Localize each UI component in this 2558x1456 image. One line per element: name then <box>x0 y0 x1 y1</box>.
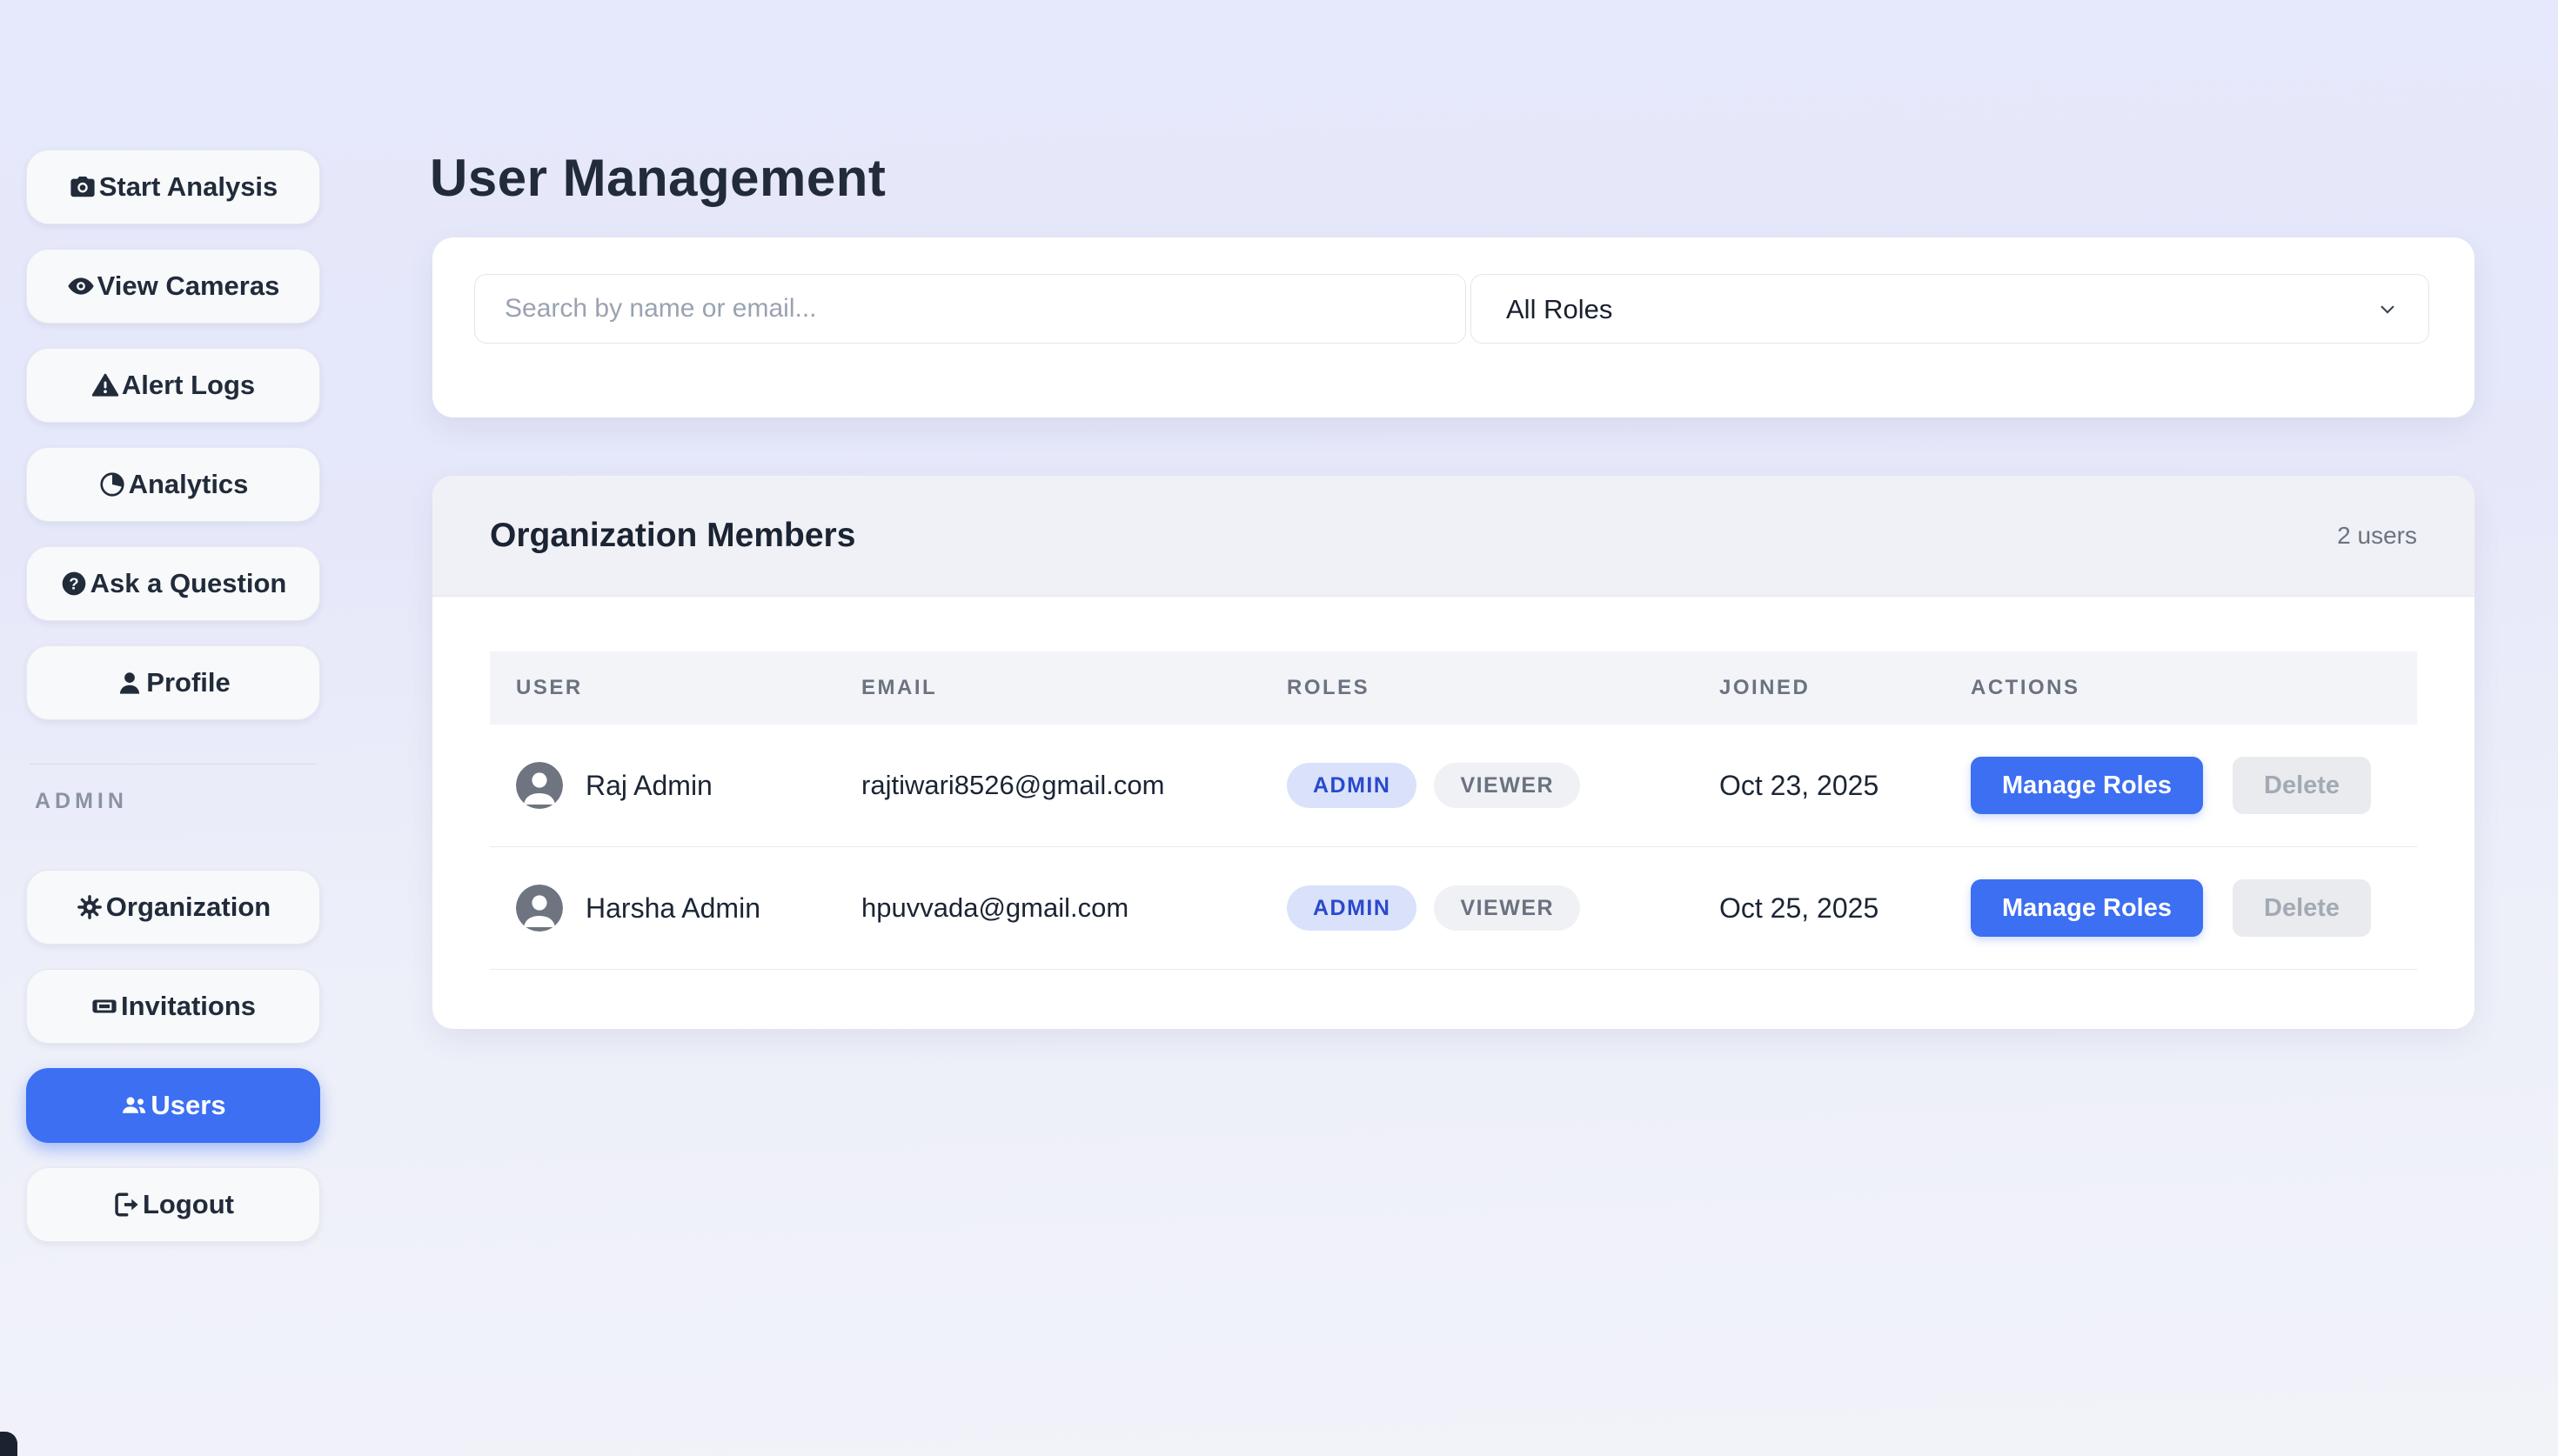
manage-roles-button[interactable]: Manage Roles <box>1971 757 2203 814</box>
role-badge-admin: ADMIN <box>1287 885 1416 931</box>
eye-icon <box>67 272 95 300</box>
camera-icon <box>69 173 97 201</box>
column-header-email: EMAIL <box>835 676 1261 700</box>
users-icon <box>120 1092 148 1119</box>
role-filter: All Roles <box>1470 274 2429 344</box>
sidebar-item-start-analysis[interactable]: Start Analysis <box>26 150 320 224</box>
analytics-icon <box>98 471 126 498</box>
column-header-joined: JOINED <box>1693 676 1945 700</box>
sidebar-item-label: Users <box>151 1090 225 1121</box>
sidebar-item-label: Analytics <box>129 469 249 500</box>
joined-date: Oct 25, 2025 <box>1719 892 1878 925</box>
sidebar: Start Analysis View Cameras Alert Logs A… <box>26 150 320 1266</box>
warning-icon <box>91 371 119 399</box>
gear-icon <box>76 893 104 921</box>
sidebar-item-label: Organization <box>106 892 271 923</box>
joined-date: Oct 23, 2025 <box>1719 770 1878 802</box>
table-row: Harsha Admin hpuvvada@gmail.com ADMIN VI… <box>490 847 2417 970</box>
user-name: Harsha Admin <box>586 892 760 925</box>
column-header-roles: ROLES <box>1261 676 1693 700</box>
ticket-icon <box>90 992 118 1020</box>
user-email: hpuvvada@gmail.com <box>861 892 1128 924</box>
page-title: User Management <box>430 148 886 208</box>
members-card-header: Organization Members 2 users <box>432 476 2474 597</box>
sidebar-item-alert-logs[interactable]: Alert Logs <box>26 348 320 423</box>
sidebar-item-invitations[interactable]: Invitations <box>26 969 320 1044</box>
role-badge-viewer: VIEWER <box>1434 885 1580 931</box>
admin-section-label: ADMIN <box>35 789 320 814</box>
search-input[interactable] <box>474 274 1466 344</box>
delete-button[interactable]: Delete <box>2233 757 2371 814</box>
sidebar-item-label: Logout <box>143 1189 234 1220</box>
sidebar-item-label: Ask a Question <box>90 568 287 599</box>
user-name: Raj Admin <box>586 770 713 802</box>
members-title: Organization Members <box>490 517 855 555</box>
bottom-left-corner-overlay <box>0 1432 17 1456</box>
sidebar-item-ask-a-question[interactable]: ? Ask a Question <box>26 546 320 621</box>
filters-card: All Roles <box>432 237 2474 417</box>
sidebar-item-logout[interactable]: Logout <box>26 1167 320 1242</box>
avatar <box>516 885 563 932</box>
sidebar-item-organization[interactable]: Organization <box>26 870 320 945</box>
sidebar-item-view-cameras[interactable]: View Cameras <box>26 249 320 324</box>
sidebar-divider <box>30 764 317 765</box>
members-count: 2 users <box>2337 522 2417 550</box>
user-icon <box>116 669 144 697</box>
sidebar-item-analytics[interactable]: Analytics <box>26 447 320 522</box>
column-header-user: USER <box>490 676 835 700</box>
sidebar-item-label: Invitations <box>121 991 256 1022</box>
logout-icon <box>112 1191 140 1219</box>
user-email: rajtiwari8526@gmail.com <box>861 770 1164 801</box>
sidebar-item-label: Profile <box>146 667 230 698</box>
role-badge-viewer: VIEWER <box>1434 763 1580 808</box>
delete-button[interactable]: Delete <box>2233 879 2371 937</box>
sidebar-item-label: Alert Logs <box>122 370 255 401</box>
question-icon: ? <box>60 570 88 598</box>
sidebar-item-profile[interactable]: Profile <box>26 645 320 720</box>
role-badge-admin: ADMIN <box>1287 763 1416 808</box>
column-header-actions: ACTIONS <box>1945 676 2417 700</box>
manage-roles-button[interactable]: Manage Roles <box>1971 879 2203 937</box>
role-filter-select[interactable]: All Roles <box>1470 274 2429 344</box>
table-header-row: USER EMAIL ROLES JOINED ACTIONS <box>490 651 2417 725</box>
sidebar-item-label: View Cameras <box>97 270 280 302</box>
table-row: Raj Admin rajtiwari8526@gmail.com ADMIN … <box>490 725 2417 847</box>
members-card: Organization Members 2 users USER EMAIL … <box>432 476 2474 1029</box>
sidebar-item-users[interactable]: Users <box>26 1068 320 1143</box>
members-table: USER EMAIL ROLES JOINED ACTIONS Raj Admi… <box>490 651 2417 970</box>
avatar <box>516 762 563 809</box>
sidebar-item-label: Start Analysis <box>99 171 278 203</box>
svg-text:?: ? <box>69 575 78 593</box>
